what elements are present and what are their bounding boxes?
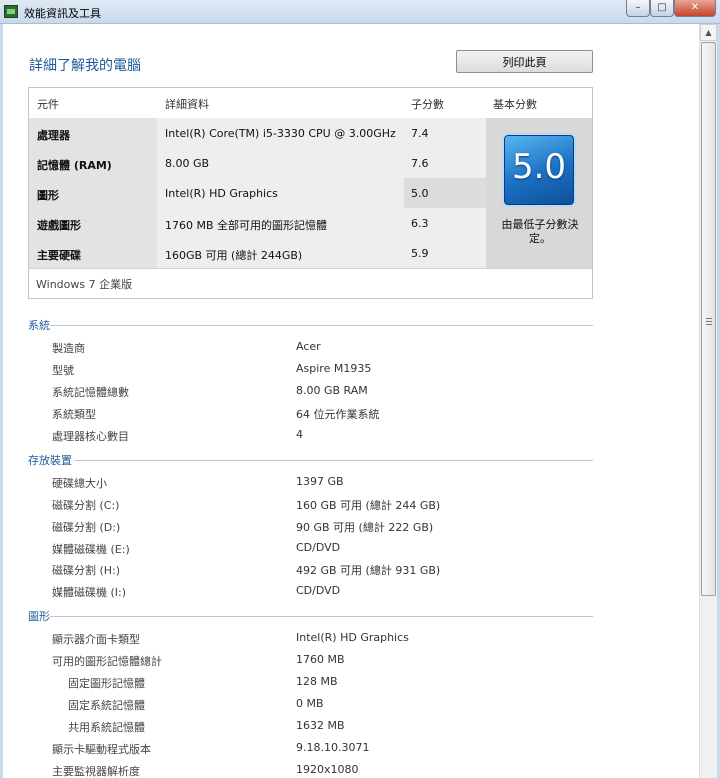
base-score-value: 5.0 <box>511 147 567 187</box>
prop-label: 系統類型 <box>52 408 96 421</box>
prop-label: 處理器核心數目 <box>52 430 129 443</box>
print-page-button[interactable]: 列印此頁 <box>456 50 593 73</box>
prop-label: 固定圖形記憶體 <box>68 677 145 690</box>
prop-label: 製造商 <box>52 342 85 355</box>
prop-label: 型號 <box>52 364 74 377</box>
component-name: 圖形 <box>29 178 157 208</box>
score-row-gaming-graphics: 遊戲圖形 1760 MB 全部可用的圖形記憶體 6.3 <box>29 208 486 238</box>
close-button[interactable]: ✕ <box>674 0 716 17</box>
component-detail: Intel(R) Core(TM) i5-3330 CPU @ 3.00GHz <box>157 118 404 148</box>
section-divider <box>50 616 593 617</box>
page-title: 詳細了解我的電腦 <box>29 58 141 74</box>
prop-value: CD/DVD <box>296 541 341 554</box>
header-subscore: 子分數 <box>411 98 444 111</box>
prop-label: 可用的圖形記憶體總計 <box>52 655 162 668</box>
component-subscore: 7.4 <box>404 118 486 148</box>
component-detail: 8.00 GB <box>157 148 404 178</box>
score-row-graphics: 圖形 Intel(R) HD Graphics 5.0 <box>29 178 486 208</box>
vertical-scrollbar[interactable]: ▲ <box>699 24 717 778</box>
os-edition: Windows 7 企業版 <box>36 278 133 291</box>
title-bar[interactable]: 效能資訊及工具 – □ ✕ <box>0 0 720 24</box>
component-name: 主要硬碟 <box>29 238 157 268</box>
base-score-badge-icon: 5.0 <box>502 133 576 207</box>
prop-value: 160 GB 可用 (總計 244 GB) <box>296 499 441 512</box>
prop-label: 顯示卡驅動程式版本 <box>52 743 151 756</box>
grip-icon <box>706 318 712 325</box>
prop-label: 主要監視器解析度 <box>52 765 140 778</box>
score-table: 元件 詳細資料 子分數 基本分數 處理器 Intel(R) Core(TM) i… <box>28 87 593 299</box>
section-title-system: 系統 <box>28 319 50 332</box>
section-title-graphics: 圖形 <box>28 610 50 623</box>
prop-label: 磁碟分割 (D:) <box>52 521 121 534</box>
header-component: 元件 <box>37 98 59 111</box>
prop-value: Aspire M1935 <box>296 362 372 375</box>
prop-label: 媒體磁碟機 (I:) <box>52 586 127 599</box>
scroll-up-arrow-icon[interactable]: ▲ <box>700 24 717 41</box>
prop-value: 1632 MB <box>296 719 345 732</box>
prop-label: 顯示器介面卡類型 <box>52 633 140 646</box>
section-divider <box>74 460 593 461</box>
component-detail: Intel(R) HD Graphics <box>157 178 404 208</box>
prop-value: 9.18.10.3071 <box>296 741 370 754</box>
prop-value: Acer <box>296 340 321 353</box>
prop-value: 1397 GB <box>296 475 344 488</box>
component-detail: 1760 MB 全部可用的圖形記憶體 <box>157 208 404 238</box>
prop-value: 1920x1080 <box>296 763 359 776</box>
minimize-button[interactable]: – <box>626 0 650 17</box>
component-name: 記憶體 (RAM) <box>29 148 157 178</box>
window-title: 效能資訊及工具 <box>24 7 101 20</box>
component-subscore: 5.9 <box>404 238 486 268</box>
scrollbar-thumb[interactable] <box>701 42 716 596</box>
component-subscore: 6.3 <box>404 208 486 238</box>
prop-label: 磁碟分割 (H:) <box>52 564 121 577</box>
prop-value: CD/DVD <box>296 584 341 597</box>
prop-value: 492 GB 可用 (總計 931 GB) <box>296 564 441 577</box>
header-details: 詳細資料 <box>165 98 209 111</box>
prop-value: 128 MB <box>296 675 338 688</box>
maximize-button[interactable]: □ <box>650 0 674 17</box>
performance-app-icon <box>4 5 18 18</box>
score-row-primary-disk: 主要硬碟 160GB 可用 (總計 244GB) 5.9 <box>29 238 486 268</box>
score-row-memory: 記憶體 (RAM) 8.00 GB 7.6 <box>29 148 486 178</box>
prop-label: 共用系統記憶體 <box>68 721 145 734</box>
score-row-processor: 處理器 Intel(R) Core(TM) i5-3330 CPU @ 3.00… <box>29 118 486 148</box>
component-detail: 160GB 可用 (總計 244GB) <box>157 238 404 268</box>
prop-value: 4 <box>296 428 303 441</box>
base-score-panel: 5.0 由最低子分數決定。 <box>486 118 592 268</box>
prop-label: 硬碟總大小 <box>52 477 107 490</box>
component-name: 遊戲圖形 <box>29 208 157 238</box>
prop-label: 系統記憶體總數 <box>52 386 129 399</box>
component-subscore: 7.6 <box>404 148 486 178</box>
prop-label: 固定系統記憶體 <box>68 699 145 712</box>
prop-value: 1760 MB <box>296 653 345 666</box>
header-base-score: 基本分數 <box>493 98 537 111</box>
prop-value: 90 GB 可用 (總計 222 GB) <box>296 521 434 534</box>
prop-label: 媒體磁碟機 (E:) <box>52 543 130 556</box>
prop-value: Intel(R) HD Graphics <box>296 631 409 644</box>
prop-value: 8.00 GB RAM <box>296 384 368 397</box>
section-title-storage: 存放裝置 <box>28 454 72 467</box>
prop-label: 磁碟分割 (C:) <box>52 499 120 512</box>
window-frame-left <box>0 24 3 778</box>
score-table-header: 元件 詳細資料 子分數 基本分數 <box>29 88 592 118</box>
prop-value: 64 位元作業系統 <box>296 408 380 421</box>
divider <box>29 268 592 269</box>
component-name: 處理器 <box>29 118 157 148</box>
section-divider <box>50 325 593 326</box>
prop-value: 0 MB <box>296 697 324 710</box>
component-subscore-lowest: 5.0 <box>404 178 486 208</box>
base-score-caption: 由最低子分數決定。 <box>501 218 579 245</box>
